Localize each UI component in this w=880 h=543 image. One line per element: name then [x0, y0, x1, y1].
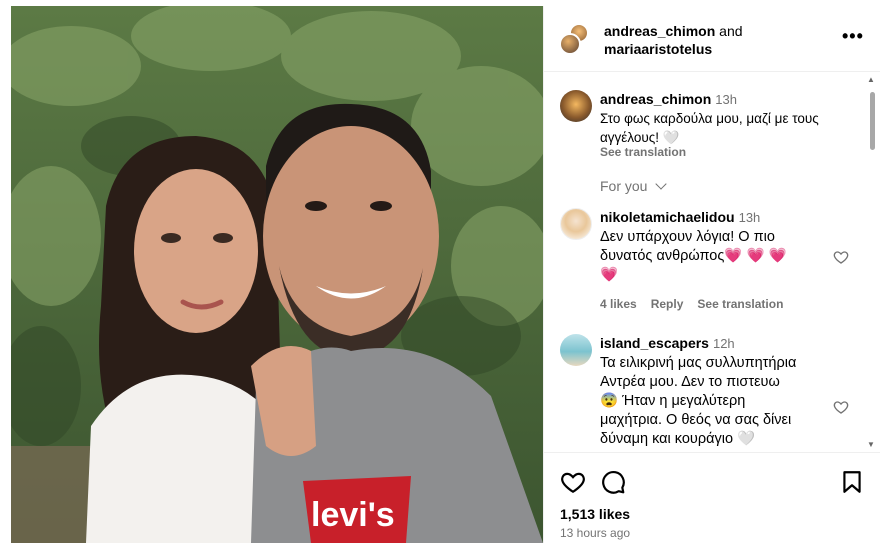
- scrollbar-thumb[interactable]: [870, 92, 875, 150]
- scroll-up-icon[interactable]: ▲: [867, 75, 875, 84]
- caption-username[interactable]: andreas_chimon 13h: [600, 90, 737, 109]
- see-translation-link[interactable]: See translation: [697, 297, 783, 311]
- comment-line: δύναμη και κουράγιο 🤍: [600, 431, 756, 447]
- like-comment-heart-icon[interactable]: [833, 249, 849, 265]
- collab-usernames: andreas_chimon and mariaaristotelus: [604, 22, 824, 58]
- instagram-post-window: levi's andreas_chimon and mariaaristotel…: [0, 0, 880, 543]
- comment-line: Αντρέα μου. Δεν το πιστευω: [600, 374, 780, 390]
- comment-line: Τα ειλικρινή μας συλλυπητήρια: [600, 355, 797, 371]
- username-link[interactable]: island_escapers: [600, 335, 709, 351]
- likes-count[interactable]: 1,513 likes: [560, 506, 630, 522]
- comment-line: μαχήτρια. Ο θεός να σας δίνει: [600, 412, 792, 428]
- chevron-down-icon: [655, 178, 668, 190]
- caption-line: Στο φως καρδούλα μου, μαζί με τους: [600, 111, 819, 126]
- avatar[interactable]: [560, 334, 592, 366]
- post-photo[interactable]: levi's: [11, 6, 543, 543]
- post-side-panel: andreas_chimon and mariaaristotelus ••• …: [543, 6, 880, 543]
- username-link[interactable]: andreas_chimon: [600, 91, 711, 107]
- heart-emojis: 💗 💗 💗: [724, 248, 787, 264]
- avatar[interactable]: [560, 90, 592, 122]
- post-header: andreas_chimon and mariaaristotelus •••: [544, 6, 880, 72]
- for-you-label: For you: [600, 178, 648, 194]
- comment-username[interactable]: nikoletamichaelidou 13h: [600, 208, 760, 227]
- like-comment-heart-icon[interactable]: [833, 399, 849, 415]
- avatar[interactable]: [560, 208, 592, 240]
- post-timestamp[interactable]: 13 hours ago: [560, 526, 630, 540]
- timestamp[interactable]: 13h: [715, 92, 737, 107]
- comment-line: Δεν υπάρχουν λόγια! Ο πιο: [600, 229, 775, 245]
- username-link[interactable]: nikoletamichaelidou: [600, 209, 735, 225]
- comment-meta: 4 likes Reply See translation: [600, 297, 797, 311]
- comment-username[interactable]: island_escapers 12h: [600, 334, 735, 353]
- username-link[interactable]: mariaaristotelus: [604, 41, 712, 57]
- more-options-button[interactable]: •••: [842, 27, 863, 47]
- timestamp[interactable]: 12h: [713, 336, 735, 351]
- comment-text: Δεν υπάρχουν λόγια! Ο πιο δυνατός ανθρώπ…: [600, 228, 787, 285]
- comment-bubble-icon[interactable]: [600, 469, 626, 495]
- comment-line: δυνατός ανθρώπος💗 💗 💗: [600, 247, 787, 266]
- bookmark-icon[interactable]: [839, 469, 865, 495]
- post-actions: 1,513 likes 13 hours ago: [544, 452, 880, 543]
- reply-button[interactable]: Reply: [651, 297, 684, 311]
- for-you-filter[interactable]: For you: [600, 178, 668, 194]
- heart-emoji: 💗: [600, 267, 619, 283]
- photo-illustration: levi's: [11, 6, 543, 543]
- comments-scrollbar[interactable]: ▲ ▼: [866, 72, 878, 452]
- caption-text: Στο φως καρδούλα μου, μαζί με τους αγγέλ…: [600, 109, 819, 147]
- like-heart-icon[interactable]: [560, 469, 586, 495]
- comment-line-text: δυνατός ανθρώπος: [600, 248, 725, 264]
- comments-list: andreas_chimon 13h Στο φως καρδούλα μου, …: [544, 72, 880, 452]
- comment-line: 😨 Ήταν η μεγαλύτερη: [600, 393, 746, 409]
- timestamp[interactable]: 13h: [739, 210, 761, 225]
- comment-likes[interactable]: 4 likes: [600, 297, 637, 311]
- joiner-text: and: [715, 23, 743, 39]
- see-translation-link[interactable]: See translation: [600, 145, 686, 159]
- collab-avatars[interactable]: [559, 23, 589, 55]
- comment-text: Τα ειλικρινή μας συλλυπητήρια Αντρέα μου…: [600, 354, 796, 449]
- scroll-down-icon[interactable]: ▼: [867, 440, 875, 449]
- svg-text:levi's: levi's: [311, 496, 395, 534]
- avatar[interactable]: [559, 33, 581, 55]
- username-link[interactable]: andreas_chimon: [604, 23, 715, 39]
